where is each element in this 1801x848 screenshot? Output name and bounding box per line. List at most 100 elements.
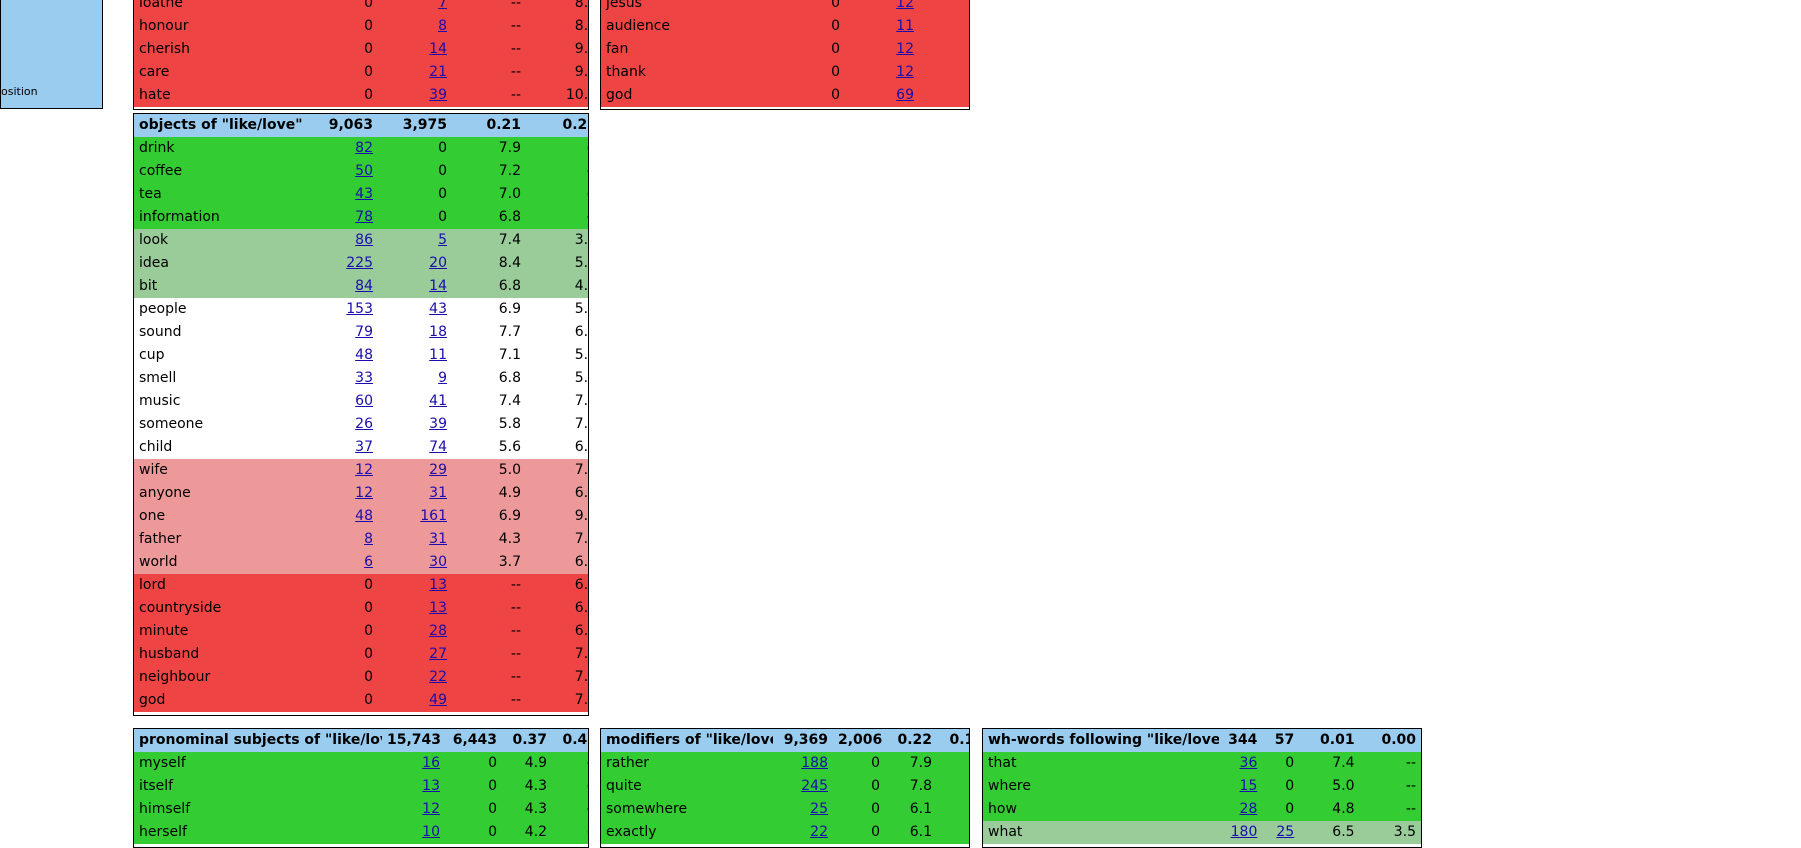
- score-a: --: [452, 666, 526, 689]
- score-a: 8.4: [452, 252, 526, 275]
- count-a-link[interactable]: 153: [346, 301, 373, 317]
- row-word: sound: [134, 321, 310, 344]
- score-a: 3.7: [452, 551, 526, 574]
- score-b: 5.2: [526, 252, 588, 275]
- count-a-link[interactable]: 180: [1231, 824, 1258, 840]
- count-b-link[interactable]: 18: [429, 324, 447, 340]
- count-a-link[interactable]: 12: [422, 801, 440, 817]
- count-a-link[interactable]: 48: [355, 347, 373, 363]
- count-a-link[interactable]: 8: [364, 531, 373, 547]
- count-b-link[interactable]: 41: [429, 393, 447, 409]
- count-a-link[interactable]: 245: [801, 778, 828, 794]
- score-a: 6.8: [452, 367, 526, 390]
- count-b-link[interactable]: 14: [429, 41, 447, 57]
- count-b-link[interactable]: 21: [429, 64, 447, 80]
- count-a-link[interactable]: 78: [355, 209, 373, 225]
- score-b: --: [937, 775, 969, 798]
- table-row: one 48 161 6.99.3: [134, 505, 588, 528]
- count-a-link[interactable]: 50: [355, 163, 373, 179]
- count-b-link[interactable]: 22: [429, 669, 447, 685]
- count-b-link[interactable]: 11: [896, 18, 914, 34]
- count-a-link[interactable]: 84: [355, 278, 373, 294]
- score-a: --: [452, 574, 526, 597]
- count-a-link[interactable]: 12: [355, 462, 373, 478]
- count-b-link[interactable]: 14: [429, 278, 447, 294]
- count-b-link[interactable]: 49: [429, 692, 447, 708]
- score-a: 4.9: [452, 482, 526, 505]
- count-b-link[interactable]: 12: [896, 64, 914, 80]
- count-a-link[interactable]: 13: [422, 778, 440, 794]
- count-b: 0: [1262, 775, 1300, 798]
- count-a-link[interactable]: 12: [355, 485, 373, 501]
- table-row: look 86 5 7.43.9: [134, 229, 588, 252]
- count-a-link[interactable]: 48: [355, 508, 373, 524]
- score-b: 7.0: [526, 413, 588, 436]
- count-b-link[interactable]: 27: [429, 646, 447, 662]
- count-b-cell: 13: [378, 574, 452, 597]
- count-a-link[interactable]: 188: [801, 755, 828, 771]
- count-a-link[interactable]: 10: [422, 824, 440, 840]
- count-b-link[interactable]: 12: [896, 41, 914, 57]
- count-b-link[interactable]: 13: [429, 577, 447, 593]
- count-b-link[interactable]: 29: [429, 462, 447, 478]
- count-b-link[interactable]: 12: [896, 0, 914, 11]
- count-a-link[interactable]: 37: [355, 439, 373, 455]
- count-b-link[interactable]: 13: [429, 600, 447, 616]
- score-a: 6.9: [452, 298, 526, 321]
- count-a: 0: [310, 0, 378, 15]
- count-a: 0: [777, 0, 845, 15]
- count-b-link[interactable]: 161: [420, 508, 447, 524]
- row-word: fan: [601, 38, 777, 61]
- count-b-link[interactable]: 11: [429, 347, 447, 363]
- table-row: fan012--6.9: [601, 38, 969, 61]
- count-a-cell: 15: [1219, 775, 1263, 798]
- count-a-link[interactable]: 225: [346, 255, 373, 271]
- count-b-link[interactable]: 28: [429, 623, 447, 639]
- count-b-link[interactable]: 31: [429, 485, 447, 501]
- count-a-cell: 37: [310, 436, 378, 459]
- count-b-link[interactable]: 69: [896, 87, 914, 103]
- count-b-link[interactable]: 5: [438, 232, 447, 248]
- count-b-link[interactable]: 39: [429, 87, 447, 103]
- score-b: --: [526, 183, 588, 206]
- count-b: 0: [833, 798, 885, 821]
- count-b-link[interactable]: 20: [429, 255, 447, 271]
- count-a-link[interactable]: 79: [355, 324, 373, 340]
- count-b: 0: [1262, 752, 1300, 775]
- count-b-link[interactable]: 8: [438, 18, 447, 34]
- table-row: herself 10 04.2--: [134, 821, 588, 844]
- count-a-link[interactable]: 26: [355, 416, 373, 432]
- count-a-link[interactable]: 43: [355, 186, 373, 202]
- count-b-link[interactable]: 30: [429, 554, 447, 570]
- count-a-link[interactable]: 36: [1240, 755, 1258, 771]
- row-word: neighbour: [134, 666, 310, 689]
- count-b-link[interactable]: 25: [1276, 824, 1294, 840]
- count-a-link[interactable]: 16: [422, 755, 440, 771]
- count-b-link[interactable]: 74: [429, 439, 447, 455]
- count-b-link[interactable]: 39: [429, 416, 447, 432]
- count-a-link[interactable]: 6: [364, 554, 373, 570]
- count-b-link[interactable]: 31: [429, 531, 447, 547]
- count-a-link[interactable]: 82: [355, 140, 373, 156]
- count-a-link[interactable]: 60: [355, 393, 373, 409]
- count-a-link[interactable]: 25: [810, 801, 828, 817]
- count-a-link[interactable]: 86: [355, 232, 373, 248]
- count-b-cell: 9: [378, 367, 452, 390]
- count-b-link[interactable]: 7: [438, 0, 447, 11]
- count-a-link[interactable]: 33: [355, 370, 373, 386]
- count-a-link[interactable]: 28: [1240, 801, 1258, 817]
- count-a-link[interactable]: 15: [1240, 778, 1258, 794]
- header-total-a: 15,743: [382, 729, 445, 752]
- score-a: --: [452, 0, 526, 15]
- header-total-a: 344: [1219, 729, 1263, 752]
- count-a-cell: 22: [773, 821, 833, 844]
- count-a-link[interactable]: 22: [810, 824, 828, 840]
- table-top-right: jesus012--6.8audience011--6.9fan012--6.9…: [600, 0, 970, 110]
- count-b-link[interactable]: 9: [438, 370, 447, 386]
- count-b-cell: 69: [845, 84, 919, 107]
- table-row: cherish0 14 --9.5: [134, 38, 588, 61]
- row-word: quite: [601, 775, 773, 798]
- count-a: 0: [310, 38, 378, 61]
- count-b-link[interactable]: 43: [429, 301, 447, 317]
- row-word: care: [134, 61, 310, 84]
